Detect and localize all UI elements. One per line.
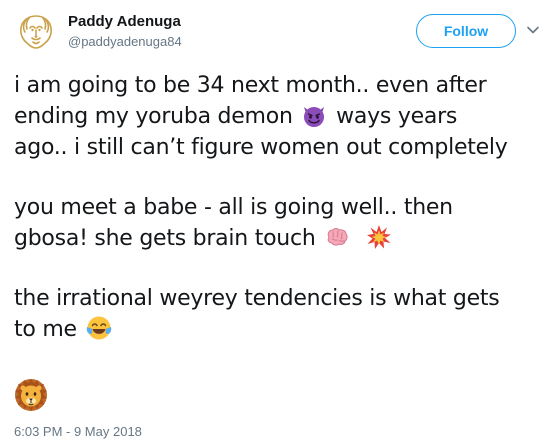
tweet-text-segment: ending my yoruba demon — [14, 104, 300, 129]
tweet-card: Paddy Adenuga @paddyadenuga84 Follow i a… — [0, 0, 550, 446]
follow-button[interactable]: Follow — [416, 14, 516, 48]
display-name[interactable]: Paddy Adenuga — [68, 12, 181, 32]
tweet-text-segment: to me — [14, 317, 84, 342]
tweet-text: i am going to be 34 next month.. even af… — [14, 70, 544, 345]
smiling-face-with-horns-icon — [301, 102, 327, 128]
tweet-line: you meet a babe - all is going well.. th… — [14, 195, 453, 220]
tweet-timestamp[interactable]: 6:03 PM - 9 May 2018 — [14, 424, 142, 440]
avatar[interactable] — [14, 10, 58, 54]
tweet-line: to me — [14, 314, 544, 345]
user-handle[interactable]: @paddyadenuga84 — [68, 33, 182, 51]
face-with-tears-of-joy-icon — [86, 315, 112, 341]
tweet-line: ending my yoruba demon ways years — [14, 101, 544, 132]
chevron-down-icon[interactable] — [525, 22, 541, 38]
tweet-line: gbosa! she gets brain touch — [14, 223, 544, 254]
collision-icon — [366, 224, 392, 250]
tweet-text-segment: ways years — [329, 104, 458, 129]
tweet-line: the irrational weyrey tendencies is what… — [14, 286, 500, 311]
tweet-text-segment: gbosa! she gets brain touch — [14, 226, 323, 251]
lion-face-icon — [14, 378, 48, 412]
brain-icon — [324, 224, 350, 250]
lion-logo-icon — [14, 10, 58, 54]
tweet-line: i am going to be 34 next month.. even af… — [14, 73, 487, 98]
tweet-line: ago.. i still can’t figure women out com… — [14, 135, 508, 160]
